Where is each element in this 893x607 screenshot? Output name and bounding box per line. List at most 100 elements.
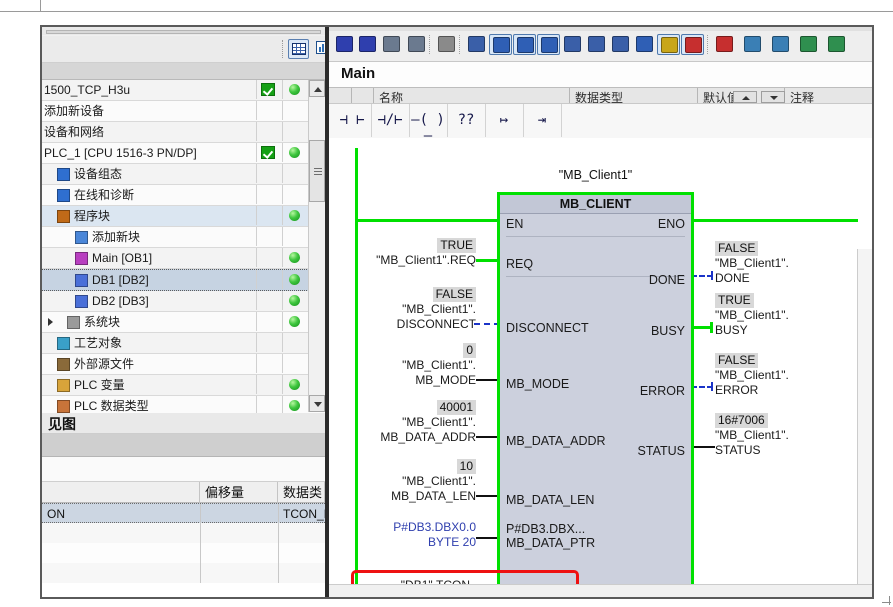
operand-disconnect[interactable]: FALSE "MB_Client1". DISCONNECT <box>329 287 476 332</box>
interface-header-datatype[interactable]: 数据类型 <box>575 89 623 104</box>
interface-header-name[interactable]: 名称 <box>379 89 403 104</box>
favorite-jump-instruction[interactable]: ↦ <box>485 104 524 137</box>
tree-item-10[interactable]: DB2 [DB3] <box>42 291 325 312</box>
create-chart-button[interactable] <box>314 39 325 59</box>
cell-divider <box>200 504 201 524</box>
monitoring-on-off-button[interactable] <box>657 34 680 55</box>
insert-output-button[interactable] <box>585 34 608 55</box>
update-interface-icon <box>800 36 817 52</box>
operand-done-text2: DONE <box>715 271 750 285</box>
pin-mb-data-addr[interactable]: MB_DATA_ADDR <box>506 434 606 448</box>
window-resize-grip[interactable] <box>881 595 891 605</box>
tree-item-7[interactable]: 添加新块 <box>42 227 325 248</box>
interface-header-comment[interactable]: 注释 <box>790 89 814 104</box>
scroll-up-button[interactable] <box>309 80 325 97</box>
table-row[interactable]: ON TCON_IP... <box>42 503 325 524</box>
table-header-name[interactable] <box>42 482 200 503</box>
update-interface-button[interactable] <box>797 34 820 55</box>
favorite-empty-box[interactable]: ?? <box>447 104 486 137</box>
editor-horizontal-scrollbar[interactable] <box>329 584 872 597</box>
go-to-previous-error-button[interactable] <box>741 34 764 55</box>
favorite-jump-label-instruction[interactable]: ⇥ <box>523 104 562 137</box>
table-row[interactable] <box>42 543 325 563</box>
download-selected-button[interactable] <box>405 34 428 55</box>
tree-item-0[interactable]: 1500_TCP_H3u <box>42 80 325 101</box>
open-all-networks-button[interactable] <box>489 34 512 55</box>
update-inconsistent-calls-button[interactable] <box>769 34 792 55</box>
table-row[interactable] <box>42 523 325 543</box>
operand-req[interactable]: TRUE "MB_Client1".REQ <box>329 238 476 268</box>
pin-eno[interactable]: ENO <box>658 217 685 231</box>
tree-item-9[interactable]: DB1 [DB2] <box>42 269 325 291</box>
project-tree[interactable]: 1500_TCP_H3u 添加新设备 设备和网络 PLC_1 [CPU 1516-3 … <box>42 80 325 417</box>
toolbar-separator <box>459 35 460 54</box>
insert-network-button[interactable] <box>333 34 356 55</box>
tree-item-14[interactable]: PLC 变量 <box>42 375 325 396</box>
tree-item-8[interactable]: Main [OB1] <box>42 248 325 269</box>
overview-view-button[interactable] <box>288 39 309 59</box>
table-header-datatype[interactable]: 数据类型 <box>278 482 325 503</box>
project-tree-vertical-scrollbar[interactable] <box>308 80 325 412</box>
interface-scroll-down-button[interactable] <box>761 91 785 103</box>
favorite-output-coil[interactable]: —( )— <box>409 104 448 144</box>
tree-item-4[interactable]: 设备组态 <box>42 164 325 185</box>
tree-item-3[interactable]: PLC_1 [CPU 1516-3 PN/DP] <box>42 143 325 164</box>
pin-done[interactable]: DONE <box>649 273 685 287</box>
pin-mb-data-len[interactable]: MB_DATA_LEN <box>506 493 594 507</box>
pin-disconnect[interactable]: DISCONNECT <box>506 321 589 335</box>
pin-en[interactable]: EN <box>506 217 523 231</box>
delete-network-button[interactable] <box>356 34 379 55</box>
expander-icon[interactable] <box>48 318 53 326</box>
show-hide-absolute-operand-button[interactable] <box>465 34 488 55</box>
operand-mb-data-ptr[interactable]: P#DB3.DBX0.0 BYTE 20 <box>329 520 476 550</box>
table-header-offset[interactable]: 偏移量 <box>200 482 278 503</box>
operand-status[interactable]: 16#7006 "MB_Client1". STATUS <box>715 413 865 458</box>
project-tree-splitter-bar[interactable] <box>42 27 325 35</box>
insert-input-button[interactable] <box>561 34 584 55</box>
operand-busy[interactable]: TRUE "MB_Client1". BUSY <box>715 293 865 338</box>
close-all-networks-button[interactable] <box>513 34 536 55</box>
tree-item-5[interactable]: 在线和诊断 <box>42 185 325 206</box>
insert-branch-button[interactable] <box>609 34 632 55</box>
tree-item-1[interactable]: 添加新设备 <box>42 101 325 122</box>
operand-error-text2: ERROR <box>715 383 759 397</box>
ladder-network-canvas[interactable]: "MB_Client1" MB_CLIENT EN REQ DISCONNECT… <box>329 138 872 597</box>
pin-busy[interactable]: BUSY <box>651 324 685 338</box>
bookmark-button[interactable] <box>681 34 704 55</box>
pin-mb-data-ptr-operand[interactable]: P#DB3.DBX... <box>506 522 585 536</box>
horizontal-scrollbar-track[interactable] <box>46 30 321 34</box>
tree-item-11[interactable]: 系统块 <box>42 312 325 333</box>
show-hide-comments-button[interactable] <box>537 34 560 55</box>
operand-mb-data-addr[interactable]: 40001 "MB_Client1". MB_DATA_ADDR <box>329 400 476 445</box>
tree-item-12[interactable]: 工艺对象 <box>42 333 325 354</box>
download-without-reinit-button[interactable] <box>380 34 403 55</box>
compile-button[interactable] <box>825 34 848 55</box>
scroll-down-button[interactable] <box>309 395 325 412</box>
interface-scroll-up-button[interactable] <box>733 91 757 103</box>
operand-mb-mode[interactable]: 0 "MB_Client1". MB_MODE <box>329 343 476 388</box>
operand-done[interactable]: FALSE "MB_Client1". DONE <box>715 241 865 286</box>
editor-vertical-scrollbar[interactable] <box>857 249 872 597</box>
pin-req[interactable]: REQ <box>506 257 533 271</box>
monitor-value-button[interactable] <box>435 34 458 55</box>
tree-item-6[interactable]: 程序块 <box>42 206 325 227</box>
tree-item-2[interactable]: 设备和网络 <box>42 122 325 143</box>
pin-error[interactable]: ERROR <box>640 384 685 398</box>
pin-mb-mode[interactable]: MB_MODE <box>506 377 569 391</box>
go-to-next-error-button[interactable] <box>713 34 736 55</box>
db-interface-table[interactable]: 偏移量 数据类型 ON TCON_IP... <box>42 482 325 597</box>
grid-view-icon <box>292 43 306 55</box>
favorite-normally-closed-contact[interactable]: ⊣/⊢ <box>371 104 410 137</box>
operand-error[interactable]: FALSE "MB_Client1". ERROR <box>715 353 865 398</box>
operand-req-text: "MB_Client1".REQ <box>376 253 476 267</box>
pin-mb-data-ptr[interactable]: MB_DATA_PTR <box>506 536 595 550</box>
pin-status[interactable]: STATUS <box>638 444 685 458</box>
tree-compile-column <box>256 354 283 373</box>
operand-mb-data-len[interactable]: 10 "MB_Client1". MB_DATA_LEN <box>329 459 476 504</box>
tree-item-13[interactable]: 外部源文件 <box>42 354 325 375</box>
show-hide-favorites-button[interactable] <box>633 34 656 55</box>
table-row[interactable] <box>42 563 325 583</box>
favorite-normally-open-contact[interactable]: ⊣ ⊢ <box>333 104 372 137</box>
mb-client-function-block[interactable]: MB_CLIENT EN REQ DISCONNECT MB_MODE MB_D… <box>497 192 694 597</box>
scrollbar-thumb[interactable] <box>309 140 325 202</box>
